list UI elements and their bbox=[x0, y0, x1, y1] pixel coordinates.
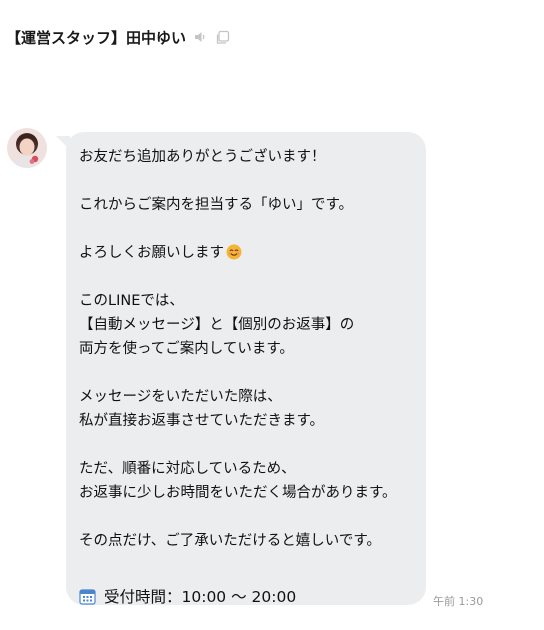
message-line-with-emoji: よろしくお願いします bbox=[79, 241, 414, 265]
chat-header: 【運営スタッフ】田中ゆい bbox=[6, 26, 230, 48]
message-line-text: よろしくお願いします bbox=[79, 245, 224, 261]
message-timestamp: 午前 1:30 bbox=[433, 595, 484, 608]
message-line: このLINEでは、 bbox=[79, 293, 184, 309]
message-bubble[interactable]: お友だち追加ありがとうございます！ これからご案内を担当する「ゆい」です。 よろ… bbox=[66, 132, 426, 606]
message-line: お友だち追加ありがとうございます！ bbox=[79, 149, 326, 165]
smiling-face-emoji bbox=[226, 244, 242, 268]
copy-window-icon[interactable] bbox=[214, 29, 230, 45]
message-line: 【自動メッセージ】と【個別のお返事】の bbox=[79, 317, 355, 333]
calendar-icon bbox=[79, 588, 96, 605]
message-line: これからご案内を担当する「ゆい」です。 bbox=[79, 197, 354, 213]
message-line: 私が直接お返事させていただきます。 bbox=[79, 413, 325, 429]
message-line: お返事に少しお時間をいただく場合があります。 bbox=[79, 485, 397, 501]
message-line: メッセージをいただいた際は、 bbox=[79, 389, 282, 405]
message-line: 両方を使ってご案内しています。 bbox=[79, 341, 294, 357]
message-line: その点だけ、ご了承いただけると嬉しいです。 bbox=[79, 533, 381, 549]
message-line: ただ、順番に対応しているため、 bbox=[79, 461, 296, 477]
reception-hours: 受付時間：10:00 〜 20:00 bbox=[79, 583, 414, 609]
chat-title[interactable]: 【運営スタッフ】田中ゆい bbox=[6, 27, 186, 48]
reception-hours-text: 受付時間：10:00 〜 20:00 bbox=[104, 588, 297, 606]
avatar[interactable] bbox=[7, 128, 47, 168]
speaker-icon[interactable] bbox=[192, 29, 208, 45]
